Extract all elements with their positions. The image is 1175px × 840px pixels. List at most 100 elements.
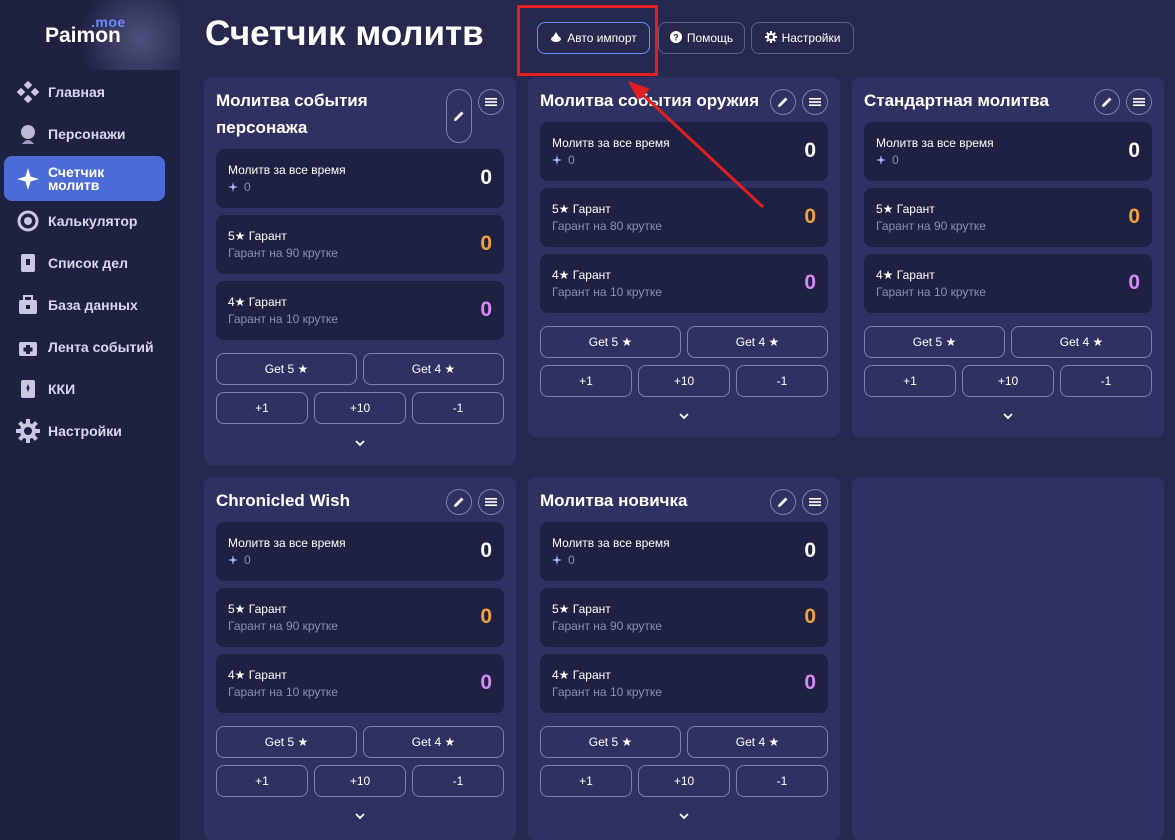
minus-1-button[interactable]: -1 bbox=[736, 365, 828, 397]
get-5-star-button[interactable]: Get 5 ★ bbox=[216, 353, 357, 385]
stat-label: 5★ Гарант bbox=[552, 202, 611, 216]
card-title-line: Молитва события bbox=[216, 91, 368, 110]
sidebar-item-settings[interactable]: Настройки bbox=[4, 411, 165, 451]
wish-card-beginner: Молитва новичка Молитв за все время 0 0 … bbox=[528, 477, 840, 840]
plus-10-button[interactable]: +10 bbox=[638, 365, 730, 397]
chevron-down-icon[interactable] bbox=[353, 438, 367, 448]
stat-five-star: 5★ Гарант Гарант на 90 крутке 0 bbox=[864, 188, 1152, 247]
sidebar-item-characters[interactable]: Персонажи bbox=[4, 114, 165, 154]
stat-value: 0 bbox=[804, 671, 816, 694]
edit-button[interactable] bbox=[770, 489, 796, 515]
stat-value: 0 bbox=[804, 271, 816, 294]
sidebar-item-tcg[interactable]: ККИ bbox=[4, 369, 165, 409]
settings-button[interactable]: Настройки bbox=[751, 22, 854, 54]
chevron-down-icon[interactable] bbox=[353, 811, 367, 821]
plus-10-button[interactable]: +10 bbox=[638, 765, 730, 797]
stat-value: 0 bbox=[804, 139, 816, 162]
get-4-star-button[interactable]: Get 4 ★ bbox=[363, 353, 504, 385]
get-4-star-button[interactable]: Get 4 ★ bbox=[687, 326, 828, 358]
chevron-down-icon[interactable] bbox=[677, 811, 691, 821]
wish-card-chronicled: Chronicled Wish Молитв за все время 0 0 … bbox=[204, 477, 516, 840]
edit-button[interactable] bbox=[446, 489, 472, 515]
minus-1-button[interactable]: -1 bbox=[1060, 365, 1152, 397]
menu-button[interactable] bbox=[802, 489, 828, 515]
stat-sub-value: 0 bbox=[568, 553, 575, 567]
stat-sub: Гарант на 10 крутке bbox=[876, 285, 986, 299]
sidebar-item-label: ККИ bbox=[48, 380, 76, 397]
sidebar-item-calculator[interactable]: Калькулятор bbox=[4, 201, 165, 241]
help-icon: ? bbox=[669, 30, 682, 46]
plus-1-button[interactable]: +1 bbox=[540, 765, 632, 797]
get-5-star-button[interactable]: Get 5 ★ bbox=[864, 326, 1005, 358]
stat-label: Молитв за все время bbox=[228, 536, 346, 550]
card-game-icon bbox=[16, 377, 40, 401]
wish-card-weapon-event: Молитва события оружия Молитв за все вре… bbox=[528, 77, 840, 437]
gear-icon bbox=[764, 30, 777, 46]
get-4-star-button[interactable]: Get 4 ★ bbox=[363, 726, 504, 758]
stat-sub: 0 bbox=[228, 180, 251, 194]
list-icon bbox=[485, 98, 497, 106]
stat-five-star: 5★ Гарант Гарант на 80 крутке 0 bbox=[540, 188, 828, 247]
chevron-down-icon[interactable] bbox=[677, 411, 691, 421]
menu-button[interactable] bbox=[1126, 89, 1152, 115]
list-icon bbox=[485, 498, 497, 506]
empty-card bbox=[852, 477, 1164, 840]
stat-total: Молитв за все время 0 0 bbox=[540, 122, 828, 181]
highlight-box bbox=[517, 5, 658, 76]
plus-10-button[interactable]: +10 bbox=[962, 365, 1054, 397]
sidebar-item-home[interactable]: Главная bbox=[4, 72, 165, 112]
pencil-icon bbox=[454, 497, 464, 507]
todo-icon bbox=[16, 251, 40, 275]
stat-value: 0 bbox=[1128, 139, 1140, 162]
help-button[interactable]: ? Помощь bbox=[658, 22, 745, 54]
sidebar-item-todo[interactable]: Список дел bbox=[4, 243, 165, 283]
stat-label: 5★ Гарант bbox=[228, 602, 287, 616]
menu-button[interactable] bbox=[478, 89, 504, 115]
sidebar-item-label: Калькулятор bbox=[48, 212, 138, 229]
minus-1-button[interactable]: -1 bbox=[412, 765, 504, 797]
menu-button[interactable] bbox=[802, 89, 828, 115]
minus-1-button[interactable]: -1 bbox=[412, 392, 504, 424]
stat-sub: Гарант на 90 крутке bbox=[876, 219, 986, 233]
character-icon bbox=[16, 122, 40, 146]
stat-label: Молитв за все время bbox=[552, 536, 670, 550]
sidebar-item-database[interactable]: База данных bbox=[4, 285, 165, 325]
plus-1-button[interactable]: +1 bbox=[540, 365, 632, 397]
page-title: Счетчик молитв bbox=[205, 14, 484, 53]
plus-1-button[interactable]: +1 bbox=[216, 392, 308, 424]
plus-10-button[interactable]: +10 bbox=[314, 392, 406, 424]
plus-1-button[interactable]: +1 bbox=[864, 365, 956, 397]
stat-label: 5★ Гарант bbox=[552, 602, 611, 616]
stat-four-star: 4★ Гарант Гарант на 10 крутке 0 bbox=[864, 254, 1152, 313]
sidebar-item-timeline[interactable]: Лента событий bbox=[4, 327, 165, 367]
stat-four-star: 4★ Гарант Гарант на 10 крутке 0 bbox=[540, 254, 828, 313]
stat-sub: 0 bbox=[876, 153, 899, 167]
chevron-down-icon[interactable] bbox=[1001, 411, 1015, 421]
get-4-star-button[interactable]: Get 4 ★ bbox=[687, 726, 828, 758]
menu-button[interactable] bbox=[478, 489, 504, 515]
stat-total: Молитв за все время 0 0 bbox=[216, 522, 504, 581]
get-5-star-button[interactable]: Get 5 ★ bbox=[540, 726, 681, 758]
stat-value: 0 bbox=[480, 671, 492, 694]
stat-label: 4★ Гарант bbox=[228, 295, 287, 309]
stat-label: Молитв за все время bbox=[876, 136, 994, 150]
get-4-star-button[interactable]: Get 4 ★ bbox=[1011, 326, 1152, 358]
help-label: Помощь bbox=[686, 31, 734, 45]
app-logo[interactable]: .moe Paimon bbox=[20, 0, 180, 70]
stat-value: 0 bbox=[804, 605, 816, 628]
edit-button[interactable] bbox=[446, 89, 472, 143]
stat-label: 4★ Гарант bbox=[228, 668, 287, 682]
plus-1-button[interactable]: +1 bbox=[216, 765, 308, 797]
get-5-star-button[interactable]: Get 5 ★ bbox=[540, 326, 681, 358]
minus-1-button[interactable]: -1 bbox=[736, 765, 828, 797]
edit-button[interactable] bbox=[1094, 89, 1120, 115]
stat-sub-value: 0 bbox=[244, 553, 251, 567]
card-title: Молитва новичка bbox=[540, 491, 688, 510]
sidebar-item-wish-counter[interactable]: Счетчик молитв bbox=[4, 156, 165, 201]
plus-10-button[interactable]: +10 bbox=[314, 765, 406, 797]
get-5-star-button[interactable]: Get 5 ★ bbox=[216, 726, 357, 758]
edit-button[interactable] bbox=[770, 89, 796, 115]
stat-total: Молитв за все время 0 0 bbox=[216, 149, 504, 208]
list-icon bbox=[1133, 98, 1145, 106]
logo-text: Paimon bbox=[45, 24, 121, 47]
